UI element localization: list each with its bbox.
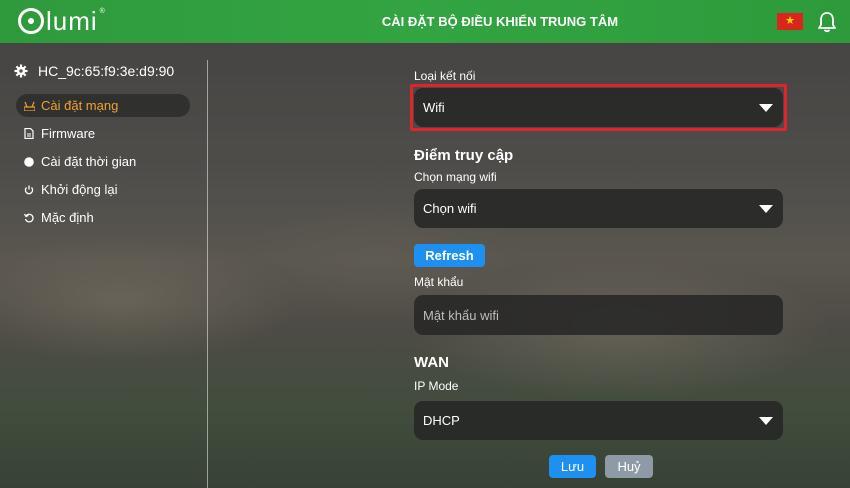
- sidebar-item-label: Firmware: [41, 126, 96, 141]
- save-button[interactable]: Lưu: [549, 455, 596, 478]
- ip-mode-select[interactable]: DHCP: [414, 401, 783, 440]
- password-label: Mật khẩu: [414, 275, 464, 289]
- bell-icon[interactable]: [817, 11, 837, 33]
- sidebar-item-label: Cài đặt thời gian: [41, 154, 137, 169]
- cancel-button[interactable]: Huỷ: [605, 455, 653, 478]
- connection-type-label: Loại kết nối: [414, 69, 476, 83]
- reset-icon: [23, 212, 35, 224]
- chevron-down-icon: [759, 417, 773, 425]
- sidebar-item-default[interactable]: Mặc định: [16, 206, 190, 229]
- sidebar-divider: [207, 60, 208, 488]
- lumi-logo[interactable]: lumi ®: [18, 6, 105, 36]
- wifi-network-value: Chọn wifi: [423, 201, 477, 216]
- password-placeholder: Mật khẩu wifi: [423, 307, 499, 323]
- vietnam-flag-icon[interactable]: ★: [777, 13, 803, 30]
- wifi-network-select[interactable]: Chọn wifi: [414, 189, 783, 228]
- sidebar-menu: Cài đặt mạng Firmware Cài đặt thời gian …: [16, 94, 190, 234]
- page-title: CÀI ĐẶT BỘ ĐIỀU KHIỂN TRUNG TÂM: [381, 14, 619, 29]
- password-input[interactable]: Mật khẩu wifi: [414, 295, 783, 335]
- chevron-down-icon: [759, 205, 773, 213]
- device-name: HC_9c:65:f9:3e:d9:90: [38, 63, 175, 79]
- clock-icon: [23, 156, 35, 168]
- sidebar-item-label: Mặc định: [41, 210, 94, 225]
- header-bar: lumi ® CÀI ĐẶT BỘ ĐIỀU KHIỂN TRUNG TÂM ★: [0, 0, 850, 43]
- ip-mode-value: DHCP: [423, 413, 460, 428]
- sidebar-item-firmware[interactable]: Firmware: [16, 122, 190, 145]
- sidebar-item-label: Cài đặt mạng: [41, 98, 119, 113]
- logo-text: lumi: [46, 6, 98, 36]
- logo-registered-mark: ®: [99, 8, 105, 15]
- sidebar-item-restart[interactable]: Khởi động lại: [16, 178, 190, 201]
- sidebar-item-time-settings[interactable]: Cài đặt thời gian: [16, 150, 190, 173]
- gear-icon: [14, 64, 28, 78]
- ip-mode-label: IP Mode: [414, 379, 459, 393]
- power-icon: [23, 184, 35, 196]
- document-icon: [23, 128, 35, 140]
- device-header: HC_9c:65:f9:3e:d9:90: [14, 63, 174, 79]
- flag-star-icon: ★: [785, 15, 795, 27]
- sidebar-item-label: Khởi động lại: [41, 182, 118, 197]
- sidebar-item-network-settings[interactable]: Cài đặt mạng: [16, 94, 190, 117]
- logo-circle-icon: [18, 8, 44, 34]
- wan-title: WAN: [414, 354, 449, 371]
- wifi-network-label: Chọn mạng wifi: [414, 170, 497, 184]
- refresh-button[interactable]: Refresh: [414, 244, 485, 267]
- access-point-title: Điểm truy cập: [414, 147, 514, 164]
- network-icon: [23, 100, 35, 112]
- highlight-box: [410, 84, 787, 131]
